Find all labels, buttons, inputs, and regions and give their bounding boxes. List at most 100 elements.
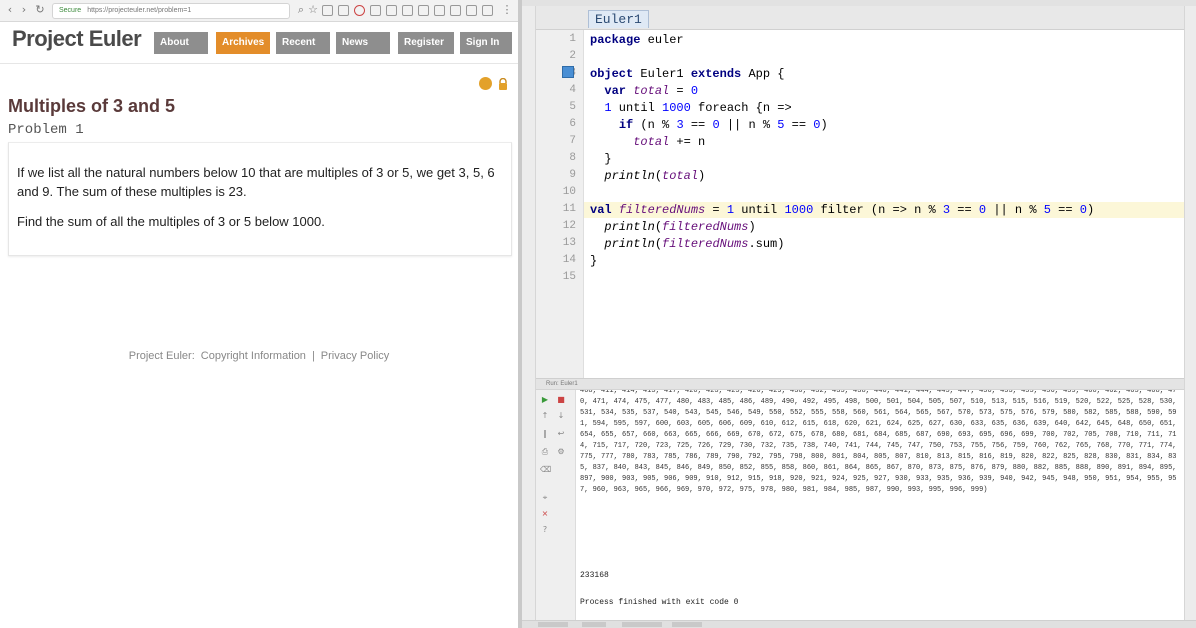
token-keyword: object xyxy=(590,67,634,81)
footer-separator: | xyxy=(311,350,315,362)
problem-title: Multiples of 3 and 5 xyxy=(8,96,176,116)
browser-window: ‹ › ↻ Secure https://projecteuler.net/pro… xyxy=(0,0,518,628)
extension-icon[interactable] xyxy=(482,5,493,16)
line-number: 10 xyxy=(562,186,576,198)
print-icon[interactable]: ⎙ xyxy=(540,448,550,456)
code-line-3: object Euler1 extends App { xyxy=(590,66,784,82)
pin-icon[interactable]: ⌖ xyxy=(540,494,550,502)
editor-tab-euler1[interactable]: Euler1 xyxy=(588,10,649,28)
extension-icon[interactable] xyxy=(370,5,381,16)
token-number: 0 xyxy=(1079,203,1087,217)
token-text: += n xyxy=(669,135,706,149)
extension-icon[interactable] xyxy=(450,5,461,16)
url-text: https://projecteuler.net/problem=1 xyxy=(87,7,192,14)
status-item[interactable] xyxy=(672,622,702,627)
line-number: 9 xyxy=(569,169,576,181)
token-keyword: var xyxy=(604,84,627,98)
left-tool-strip[interactable] xyxy=(522,6,536,628)
token-text: == xyxy=(950,203,979,217)
nav-news[interactable]: News xyxy=(336,32,390,54)
token-number: 3 xyxy=(676,118,684,132)
url-field[interactable]: Secure https://projecteuler.net/problem=1 xyxy=(52,3,290,19)
footer-copyright-link[interactable]: Copyright Information xyxy=(201,350,306,362)
reload-icon[interactable]: ↻ xyxy=(33,3,47,17)
token-text: ( xyxy=(654,220,663,234)
token-text: ) xyxy=(748,220,756,234)
extension-icon[interactable] xyxy=(338,5,349,16)
token-text: Euler1 xyxy=(633,67,691,81)
line-number: 2 xyxy=(569,50,576,62)
problem-paragraph: If we list all the natural numbers below… xyxy=(17,165,495,199)
token-function: println xyxy=(604,220,655,234)
stop-icon[interactable]: ■ xyxy=(556,396,566,404)
nav-about[interactable]: About xyxy=(154,32,208,54)
token-keyword: if xyxy=(618,118,634,132)
extension-icon[interactable] xyxy=(434,5,445,16)
nav-recent[interactable]: Recent xyxy=(276,32,330,54)
console-output[interactable]: 408, 411, 414, 415, 417, 420, 423, 425, … xyxy=(576,390,1184,620)
token-text: || n % xyxy=(986,203,1044,217)
code-line-7: total += n xyxy=(590,134,705,150)
pause-icon[interactable]: ‖ xyxy=(540,430,550,438)
token-variable: filteredNums xyxy=(662,237,749,251)
extension-icon[interactable] xyxy=(354,5,365,16)
run-object-icon[interactable] xyxy=(562,66,574,78)
token-variable: filteredNums xyxy=(618,203,706,217)
token-number: 1 xyxy=(726,203,735,217)
token-text: } xyxy=(590,254,598,268)
token-text: until xyxy=(611,101,663,115)
rerun-icon[interactable]: ▶ xyxy=(540,396,550,404)
right-tool-strip[interactable] xyxy=(1184,6,1196,628)
footer-privacy-link[interactable]: Privacy Policy xyxy=(321,350,389,362)
status-item[interactable] xyxy=(582,622,606,627)
status-item[interactable] xyxy=(538,622,568,627)
wrap-icon[interactable]: ↩ xyxy=(556,430,566,438)
line-number: 14 xyxy=(562,254,576,266)
line-number-gutter: 1 2 3 4 5 6 7 8 9 10 11 12 13 14 15 xyxy=(536,30,584,378)
nav-archives[interactable]: Archives xyxy=(216,32,270,54)
token-text: ( xyxy=(654,237,663,251)
token-text: euler xyxy=(640,33,684,47)
extension-icon[interactable] xyxy=(386,5,397,16)
problem-question: Find the sum of all the multiples of 3 o… xyxy=(17,214,325,229)
problem-content: If we list all the natural numbers below… xyxy=(8,142,512,256)
line-number: 1 xyxy=(569,33,576,45)
extension-icon[interactable] xyxy=(418,5,429,16)
editor-tab-bar: Euler1 xyxy=(536,6,1184,30)
run-toolbar: ▶ ■ ↑ ↓ ‖ ↩ ⎙ ⚙ ⌫ ⌖ × ? xyxy=(536,390,576,620)
token-text: ) xyxy=(698,169,706,183)
scroll-down-icon[interactable]: ↓ xyxy=(556,412,566,420)
run-tool-header[interactable]: Run: Euler1 xyxy=(536,378,1184,390)
back-icon[interactable]: ‹ xyxy=(3,3,17,17)
token-keyword: extends xyxy=(690,67,742,81)
code-line-9: println(total) xyxy=(590,168,705,184)
page-footer: Project Euler: Copyright Information | Priv… xyxy=(0,350,518,362)
token-number: 1000 xyxy=(784,203,814,217)
address-bar: ‹ › ↻ Secure https://projecteuler.net/pro… xyxy=(0,0,518,22)
trash-icon[interactable]: ⌫ xyxy=(540,466,551,474)
info-icon[interactable] xyxy=(479,77,492,90)
menu-icon[interactable]: ⋮ xyxy=(500,3,514,17)
token-text: .sum) xyxy=(748,237,785,251)
forward-icon[interactable]: › xyxy=(17,3,31,17)
star-icon[interactable]: ☆ xyxy=(306,3,320,17)
token-function: println xyxy=(604,237,655,251)
site-header: Project Euler About Archives Recent News… xyxy=(0,22,518,64)
code-line-6: if (n % 3 == 0 || n % 5 == 0) xyxy=(590,117,828,133)
extension-icon[interactable] xyxy=(402,5,413,16)
help-icon[interactable]: ? xyxy=(540,526,550,534)
line-number: 13 xyxy=(562,237,576,249)
site-title[interactable]: Project Euler xyxy=(12,26,142,52)
settings-icon[interactable]: ⚙ xyxy=(556,448,566,456)
nav-sign-in[interactable]: Sign In xyxy=(460,32,512,54)
token-text: == xyxy=(784,118,814,132)
extension-icon[interactable] xyxy=(322,5,333,16)
nav-register[interactable]: Register xyxy=(398,32,454,54)
extension-icon[interactable] xyxy=(466,5,477,16)
close-icon[interactable]: × xyxy=(540,510,550,518)
line-number: 4 xyxy=(569,84,576,96)
code-editor[interactable]: package euler object Euler1 extends App … xyxy=(584,30,1184,378)
line-number: 8 xyxy=(569,152,576,164)
scroll-up-icon[interactable]: ↑ xyxy=(540,412,550,420)
status-item[interactable] xyxy=(622,622,662,627)
